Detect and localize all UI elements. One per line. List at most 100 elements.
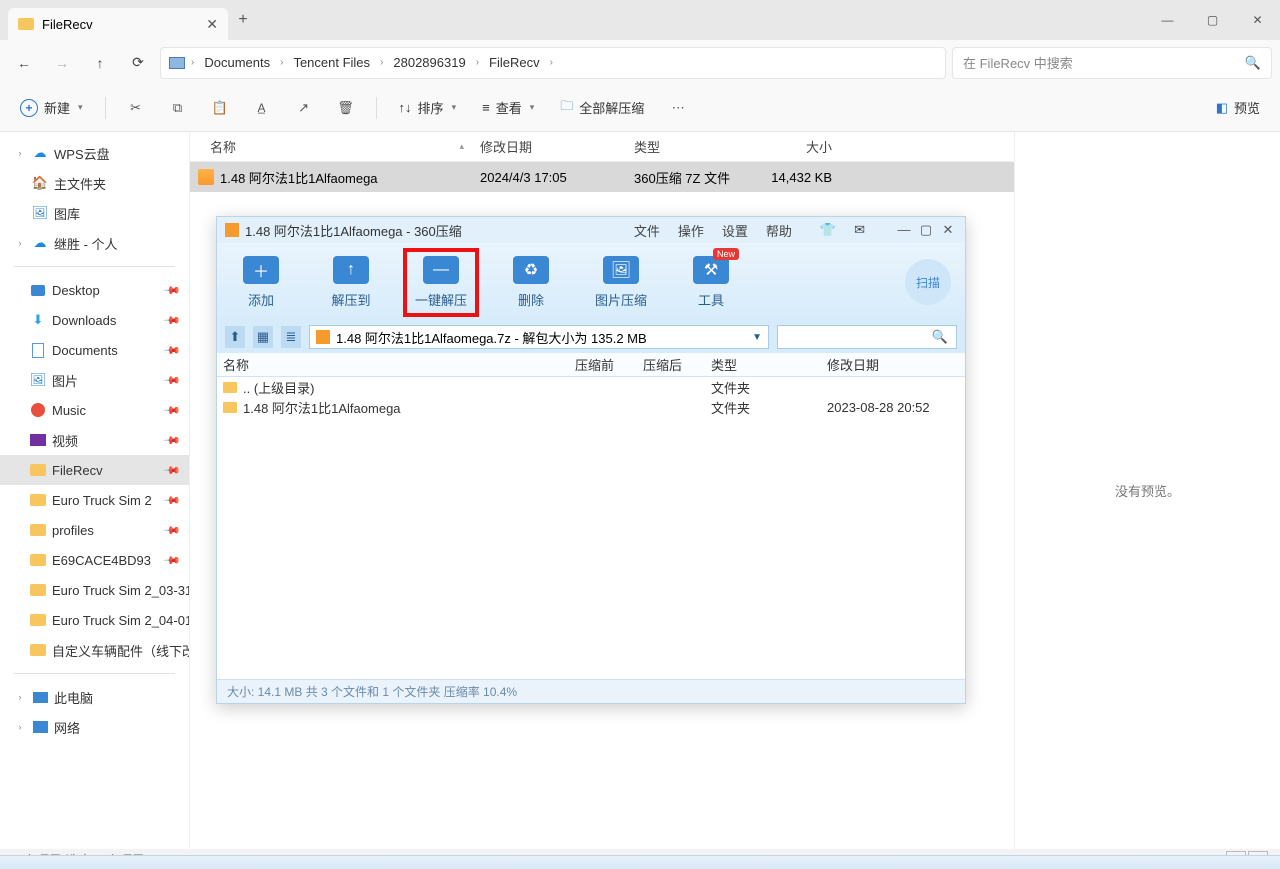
archive-titlebar[interactable]: 1.48 阿尔法1比1Alfaomega - 360压缩 文件 操作 设置 帮助… <box>217 217 965 243</box>
forward-button[interactable]: → <box>46 47 78 79</box>
window-tab[interactable]: FileRecv ✕ <box>8 8 228 40</box>
view-tiles-icon[interactable]: ▦ <box>253 326 273 348</box>
sidebar-item[interactable]: FileRecv📌 <box>0 455 189 485</box>
taskbar[interactable] <box>0 855 1280 869</box>
col-date[interactable]: 修改日期 <box>821 353 965 376</box>
breadcrumb-item[interactable]: FileRecv <box>485 55 544 70</box>
sidebar-item[interactable]: 视频📌 <box>0 425 189 455</box>
sidebar-item[interactable]: Euro Truck Sim 2📌 <box>0 485 189 515</box>
dropdown-icon[interactable]: ▼ <box>752 332 762 343</box>
copy-button[interactable]: ⧉ <box>164 96 192 120</box>
sidebar-item[interactable]: profiles📌 <box>0 515 189 545</box>
menu-help[interactable]: 帮助 <box>766 221 792 240</box>
sidebar-item[interactable]: ›此电脑 <box>0 682 189 712</box>
new-tab-button[interactable]: + <box>228 11 258 29</box>
col-size[interactable]: 大小 <box>758 137 840 156</box>
search-input[interactable]: 在 FileRecv 中搜索 🔍 <box>952 47 1272 79</box>
extract-to-button[interactable]: ↑解压到 <box>321 256 381 309</box>
new-button[interactable]: +新建▾ <box>14 94 89 121</box>
archive-icon <box>316 330 330 344</box>
menu-settings[interactable]: 设置 <box>722 221 748 240</box>
sidebar-item[interactable]: ›☁WPS云盘 <box>0 138 189 168</box>
add-icon: ＋ <box>243 256 279 284</box>
cut-button[interactable]: ✂ <box>122 96 150 120</box>
view-list-icon[interactable]: ≣ <box>281 326 301 348</box>
folder-icon <box>223 402 237 413</box>
rename-button[interactable]: A̲ <box>248 97 276 119</box>
breadcrumb-item[interactable]: Documents <box>200 55 274 70</box>
pin-icon: 📌 <box>163 491 182 510</box>
add-button[interactable]: ＋添加 <box>231 256 291 309</box>
col-name[interactable]: 名称 <box>217 353 569 376</box>
col-after[interactable]: 压缩后 <box>637 353 705 376</box>
sidebar-item[interactable]: 🖼图片📌 <box>0 365 189 395</box>
sidebar-item[interactable]: 🖼图库 <box>0 198 189 228</box>
col-name[interactable]: 名称▴ <box>190 137 472 156</box>
view-icon: ≡ <box>482 100 490 115</box>
archive-search-input[interactable]: 🔍 <box>777 325 957 349</box>
col-type[interactable]: 类型 <box>705 353 821 376</box>
sidebar-item[interactable]: ›☁继胜 - 个人 <box>0 228 189 258</box>
col-type[interactable]: 类型 <box>626 137 758 156</box>
search-icon: 🔍 <box>1245 55 1261 71</box>
file-row[interactable]: 1.48 阿尔法1比1Alfaomega 2024/4/3 17:05 360压… <box>190 162 1014 192</box>
up-button[interactable]: ↑ <box>84 47 116 79</box>
sidebar-item[interactable]: 自定义车辆配件（线下改…📌 <box>0 635 189 665</box>
more-button[interactable]: ⋯ <box>664 96 692 120</box>
breadcrumb-item[interactable]: 2802896319 <box>389 55 469 70</box>
tab-close-icon[interactable]: ✕ <box>206 16 218 33</box>
sidebar-item[interactable]: Desktop📌 <box>0 275 189 305</box>
one-click-extract-button[interactable]: —一键解压 <box>411 256 471 309</box>
archive-row[interactable]: 1.48 阿尔法1比1Alfaomega 文件夹2023-08-28 20:52 <box>217 397 965 417</box>
archive-pathbar: ⬆ ▦ ≣ 1.48 阿尔法1比1Alfaomega.7z - 解包大小为 13… <box>217 321 965 353</box>
archive-body: .. (上级目录) 文件夹 1.48 阿尔法1比1Alfaomega 文件夹20… <box>217 377 965 679</box>
sidebar-item[interactable]: Music📌 <box>0 395 189 425</box>
archive-columns: 名称 压缩前 压缩后 类型 修改日期 <box>217 353 965 377</box>
sidebar-item[interactable]: ›网络 <box>0 712 189 742</box>
sidebar-item[interactable]: Documents📌 <box>0 335 189 365</box>
skin-icon[interactable]: 👕 <box>820 222 836 238</box>
delete-icon: 🗑 <box>337 100 354 116</box>
extract-icon: ↑ <box>333 256 369 284</box>
feedback-icon[interactable]: ✉ <box>854 222 865 238</box>
sidebar-item[interactable]: 🏠主文件夹 <box>0 168 189 198</box>
preview-pane: 没有预览。 <box>1015 132 1280 849</box>
minimize-button[interactable]: — <box>1145 0 1190 40</box>
chevron-right-icon: › <box>380 57 383 68</box>
sidebar-item[interactable]: E69CACE4BD93📌 <box>0 545 189 575</box>
col-before[interactable]: 压缩前 <box>569 353 637 376</box>
minimize-button[interactable]: — <box>895 222 913 238</box>
menu-action[interactable]: 操作 <box>678 221 704 240</box>
archive-icon <box>198 169 214 185</box>
file-type: 360压缩 7Z 文件 <box>626 168 758 187</box>
preview-toggle[interactable]: ◧预览 <box>1210 94 1266 121</box>
maximize-button[interactable]: ▢ <box>1190 0 1235 40</box>
breadcrumb[interactable]: › Documents › Tencent Files › 2802896319… <box>160 47 946 79</box>
delete-button[interactable]: 🗑 <box>332 96 360 120</box>
address-bar: ← → ↑ ⟳ › Documents › Tencent Files › 28… <box>0 40 1280 84</box>
sidebar-item[interactable]: Euro Truck Sim 2_04-01…📌 <box>0 605 189 635</box>
view-button[interactable]: ≡查看▾ <box>476 94 540 121</box>
archive-row[interactable]: .. (上级目录) 文件夹 <box>217 377 965 397</box>
archive-path-input[interactable]: 1.48 阿尔法1比1Alfaomega.7z - 解包大小为 135.2 MB… <box>309 325 769 349</box>
file-name: 1.48 阿尔法1比1Alfaomega <box>220 168 378 187</box>
scan-button[interactable]: 扫描 <box>905 259 951 305</box>
col-date[interactable]: 修改日期 <box>472 137 626 156</box>
up-button[interactable]: ⬆ <box>225 326 245 348</box>
tools-button[interactable]: New⚒工具 <box>681 256 741 309</box>
image-compress-button[interactable]: 🖼图片压缩 <box>591 256 651 309</box>
share-button[interactable]: ↗ <box>290 96 318 120</box>
sidebar-item[interactable]: Euro Truck Sim 2_03-31…📌 <box>0 575 189 605</box>
sidebar-item[interactable]: ⬇Downloads📌 <box>0 305 189 335</box>
close-button[interactable]: ✕ <box>939 222 957 238</box>
sort-button[interactable]: ↑↓排序▾ <box>393 94 463 121</box>
back-button[interactable]: ← <box>8 47 40 79</box>
maximize-button[interactable]: ▢ <box>917 222 935 238</box>
close-button[interactable]: ✕ <box>1235 0 1280 40</box>
refresh-button[interactable]: ⟳ <box>122 47 154 79</box>
extract-all-button[interactable]: 🗀全部解压缩 <box>554 93 650 123</box>
breadcrumb-item[interactable]: Tencent Files <box>289 55 374 70</box>
delete-button[interactable]: ♻删除 <box>501 256 561 309</box>
paste-button[interactable]: 📋 <box>206 96 234 120</box>
menu-file[interactable]: 文件 <box>634 221 660 240</box>
